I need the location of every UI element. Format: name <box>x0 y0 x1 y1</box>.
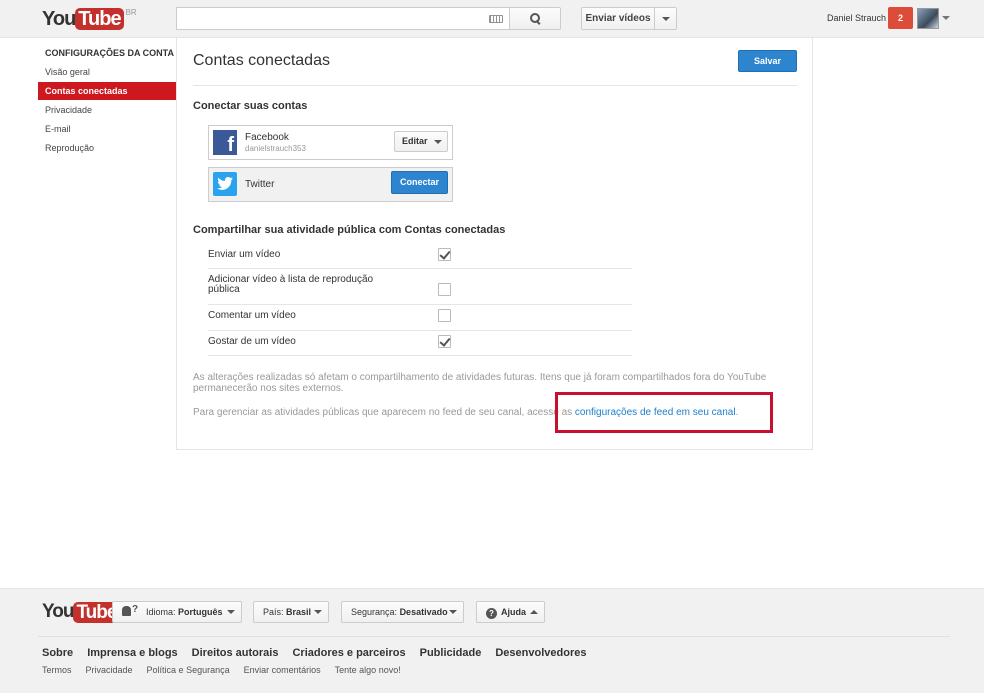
feed-settings-text: Para gerenciar as atividades públicas qu… <box>193 407 575 418</box>
highlight-annotation-box <box>555 392 773 433</box>
language-icon <box>122 604 142 616</box>
share-option-row: Comentar um vídeo <box>208 305 632 331</box>
search-input[interactable] <box>176 7 510 30</box>
logo-you: You <box>42 8 76 30</box>
share-option-label: Comentar um vídeo <box>208 310 296 321</box>
search-icon <box>529 13 541 24</box>
share-option-row: Gostar de um vídeo <box>208 331 632 356</box>
facebook-account-name: Facebook <box>245 132 289 143</box>
help-icon: ? <box>486 608 497 619</box>
divider <box>193 85 797 86</box>
logo-tube: Tube <box>75 8 124 30</box>
edit-facebook-button[interactable]: Editar <box>394 131 448 152</box>
account-menu-chevron-icon[interactable] <box>942 16 950 20</box>
footer-link-desenvolvedores[interactable]: Desenvolvedores <box>495 647 586 659</box>
save-button[interactable]: Salvar <box>738 50 797 72</box>
share-comment-checkbox[interactable] <box>438 309 451 322</box>
facebook-icon: f <box>213 130 237 155</box>
connect-section-title: Conectar suas contas <box>193 100 308 112</box>
youtube-logo[interactable]: You Tube BR <box>42 7 137 31</box>
twitter-account-row: Twitter Conectar <box>208 167 453 202</box>
country-picker-button[interactable]: País: Brasil <box>253 601 329 623</box>
masthead: You Tube BR Enviar vídeos Daniel Strauch… <box>0 0 984 38</box>
footer-link-privacidade[interactable]: Privacidade <box>86 665 133 675</box>
footer-link-politica[interactable]: Política e Segurança <box>147 665 230 675</box>
footer: You Tube Idioma: Português País: Brasil … <box>0 588 984 693</box>
language-picker-button[interactable]: Idioma: Português <box>112 601 242 623</box>
share-section-title: Compartilhar sua atividade pública com C… <box>193 224 506 236</box>
connect-twitter-button[interactable]: Conectar <box>391 171 448 194</box>
sharing-note: As alterações realizadas só afetam o com… <box>193 372 767 394</box>
search-button[interactable] <box>509 7 561 30</box>
sidebar-item-email[interactable]: E-mail <box>38 120 176 138</box>
share-option-label: Adicionar vídeo à lista de reprodução pú… <box>208 274 374 295</box>
logo-you: You <box>42 601 75 622</box>
notifications-badge[interactable]: 2 <box>888 7 913 29</box>
footer-link-criadores[interactable]: Criadores e parceiros <box>292 647 405 659</box>
sidebar-title: CONFIGURAÇÕES DA CONTA <box>45 48 174 58</box>
footer-link-termos[interactable]: Termos <box>42 665 72 675</box>
share-like-checkbox[interactable] <box>438 335 451 348</box>
facebook-account-row: f Facebook danielstrauch353 Editar <box>208 125 453 160</box>
sidebar-item-visao-geral[interactable]: Visão geral <box>38 63 176 81</box>
footer-divider <box>38 636 950 637</box>
language-label: Idioma: <box>146 607 176 617</box>
footer-link-publicidade[interactable]: Publicidade <box>420 647 482 659</box>
share-playlist-checkbox[interactable] <box>438 283 451 296</box>
footer-link-direitos[interactable]: Direitos autorais <box>192 647 279 659</box>
chevron-down-icon <box>434 140 442 144</box>
upload-dropdown-button[interactable] <box>654 7 677 30</box>
keyboard-icon[interactable] <box>489 15 503 23</box>
footer-link-comentarios[interactable]: Enviar comentários <box>244 665 321 675</box>
page-title: Contas conectadas <box>193 52 330 69</box>
sidebar-item-privacidade[interactable]: Privacidade <box>38 101 176 119</box>
footer-link-sobre[interactable]: Sobre <box>42 647 73 659</box>
footer-secondary-links: Termos Privacidade Política e Segurança … <box>42 665 415 675</box>
main-panel: Contas conectadas Salvar Conectar suas c… <box>176 38 813 450</box>
edit-button-label: Editar <box>402 136 428 146</box>
twitter-icon <box>213 172 237 196</box>
chevron-up-icon <box>530 610 538 614</box>
language-value: Português <box>178 607 223 617</box>
youtube-footer-logo[interactable]: You Tube <box>42 601 120 623</box>
chevron-down-icon <box>449 610 457 614</box>
country-label: País: <box>263 607 284 617</box>
upload-button[interactable]: Enviar vídeos <box>581 7 655 30</box>
sidebar-item-reproducao[interactable]: Reprodução <box>38 139 176 157</box>
username[interactable]: Daniel Strauch <box>827 13 886 23</box>
country-value: Brasil <box>286 607 312 617</box>
chevron-down-icon <box>662 17 670 21</box>
chevron-down-icon <box>314 610 322 614</box>
footer-primary-links: Sobre Imprensa e blogs Direitos autorais… <box>42 647 600 659</box>
avatar[interactable] <box>917 8 939 29</box>
facebook-username: danielstrauch353 <box>245 144 306 153</box>
footer-link-imprensa[interactable]: Imprensa e blogs <box>87 647 177 659</box>
footer-link-tente[interactable]: Tente algo novo! <box>335 665 401 675</box>
safety-label: Segurança: <box>351 607 398 617</box>
share-option-label: Enviar um vídeo <box>208 249 281 260</box>
help-label: Ajuda <box>501 607 527 617</box>
share-upload-checkbox[interactable] <box>438 248 451 261</box>
safety-value: Desativado <box>399 607 448 617</box>
twitter-account-name: Twitter <box>245 179 275 190</box>
help-button[interactable]: ? Ajuda <box>476 601 545 623</box>
safety-mode-button[interactable]: Segurança: Desativado <box>341 601 464 623</box>
chevron-down-icon <box>227 610 235 614</box>
share-option-row: Enviar um vídeo <box>208 242 632 269</box>
logo-region: BR <box>125 8 137 17</box>
share-option-label: Gostar de um vídeo <box>208 336 296 347</box>
share-option-row: Adicionar vídeo à lista de reprodução pú… <box>208 269 632 305</box>
sidebar-item-contas-conectadas[interactable]: Contas conectadas <box>38 82 176 100</box>
